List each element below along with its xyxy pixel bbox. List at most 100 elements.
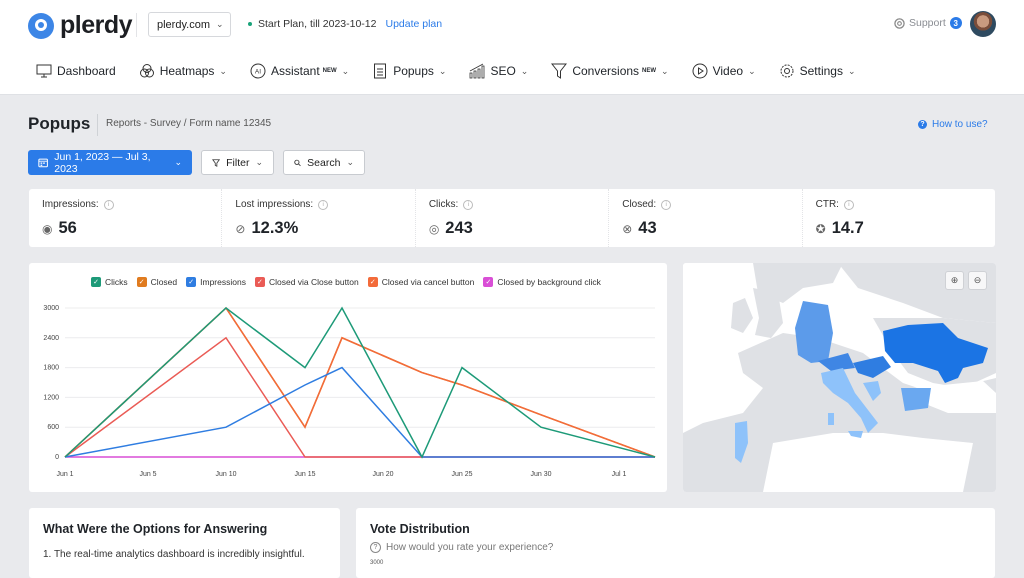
nav-item-label: Video [712,64,744,78]
support-button[interactable]: Support 3 [894,17,962,29]
answer-options-title: What Were the Options for Answering [43,522,268,536]
gear-icon [779,63,795,79]
lifebuoy-icon [894,17,905,29]
answer-options-card: What Were the Options for Answering 1. T… [29,508,340,578]
help-icon: ? [918,120,927,129]
stat-impressions: Impressions: i ◉ 56 [29,189,223,247]
zoom-in-button[interactable]: ⊕ [945,271,964,290]
nav-item-dashboard[interactable]: Dashboard [36,60,116,82]
chevron-down-icon: ⌄ [438,65,447,76]
vote-question: ? How would you rate your experience? [370,542,981,553]
stat-value: ⊗ 43 [622,219,788,238]
nav-item-label: Conversions [572,64,640,78]
europe-map [683,263,996,492]
info-icon[interactable]: i [463,199,474,210]
filter-icon [212,158,221,167]
info-icon[interactable]: i [661,199,672,210]
map-sea-mediterranean [763,433,973,492]
stat-label: Lost impressions: i [235,199,401,210]
calendar-icon [38,158,48,168]
vote-distribution-title: Vote Distribution [370,522,470,536]
date-range-label: Jun 1, 2023 — Jul 3, 2023 [54,150,151,175]
x-tick-label: Jun 1 [56,471,73,478]
nav-item-video[interactable]: Video ⌄ [692,60,756,82]
search-button[interactable]: Search ⌄ [283,150,365,175]
nav-item-conversions[interactable]: Conversions NEW ⌄ [551,60,669,82]
badge-check-icon: ✪ [815,221,826,236]
nav-item-settings[interactable]: Settings ⌄ [779,60,856,82]
x-tick-label: Jun 20 [372,471,393,478]
country-map[interactable]: ⊕ ⊖ [683,263,996,492]
series-line-impressions [64,366,655,458]
heatmaps-icon [139,63,155,79]
chevron-down-icon: ⌄ [219,65,227,76]
nav-item-label: Popups [393,64,434,78]
y-tick-label: 0 [55,454,59,461]
new-badge: NEW [642,68,657,74]
nav-item-popups[interactable]: Popups ⌄ [372,60,446,82]
update-plan-link[interactable]: Update plan [385,18,442,30]
info-icon[interactable]: i [843,199,854,210]
popup-events-chart: ✓ Clicks ✓ Closed ✓ Impressions ✓ Closed via Cl… [29,263,667,492]
nav-item-label: Assistant [270,64,320,78]
search-label: Search [307,156,341,169]
zoom-in-icon: ⊕ [950,275,959,285]
chevron-down-icon: ⌄ [661,65,669,76]
main-nav: Dashboard Heatmaps ⌄ AI Assistant NEW ⌄ Popups ⌄… [36,60,879,82]
stat-value-text: 56 [58,219,77,237]
support-count-badge: 3 [949,17,962,29]
x-tick-label: Jun 30 [530,471,551,478]
stat-label: Closed: i [622,199,788,210]
stat-label: Clicks: i [429,199,595,210]
zoom-out-icon: ⊖ [973,275,982,285]
brand-name: plerdy [60,11,133,39]
y-tick-label: 1200 [43,394,59,401]
stat-label-text: Closed: [622,199,657,210]
stat-value-text: 12.3% [251,219,299,237]
stat-label: Impressions: i [42,199,208,210]
y-tick-label: 1800 [43,365,59,372]
click-icon: ◎ [428,221,440,236]
nav-item-seo[interactable]: SEO ⌄ [469,60,528,82]
info-icon[interactable]: i [318,199,329,210]
y-tick-label: 600 [47,424,59,431]
zoom-out-button[interactable]: ⊖ [968,271,987,290]
date-range-picker[interactable]: Jun 1, 2023 — Jul 3, 2023 ⌄ [28,150,192,175]
stat-value: ◉ 56 [42,219,208,238]
stat-closed: Closed: i ⊗ 43 [609,189,803,247]
stat-label: CTR: i [816,199,982,210]
nav-item-label: Settings [799,64,843,78]
stat-value-text: 243 [445,219,473,237]
x-tick-label: Jul 1 [612,471,627,478]
site-selector[interactable]: plerdy.com ⌄ [148,12,231,37]
monitor-icon [36,63,52,79]
vote-question-text: How would you rate your experience? [386,542,554,553]
how-to-use-link[interactable]: ? How to use? [918,119,988,130]
stat-clicks: Clicks: i ◎ 243 [416,189,610,247]
map-germany [795,301,833,363]
status-dot-icon [248,22,252,26]
chevron-down-icon: ⌄ [174,157,182,167]
divider [136,13,137,37]
x-tick-label: Jun 15 [294,471,315,478]
top-header: plerdy plerdy.com ⌄ Start Plan, till 202… [0,0,1024,95]
plan-text: Start Plan, till 2023-10-12 [258,18,377,30]
chevron-down-icon: ⌄ [346,157,354,167]
filter-label: Filter [226,156,250,169]
user-avatar[interactable] [970,11,996,37]
answer-option-item: 1. The real-time analytics dashboard is … [43,549,305,560]
y-tick-label: 2400 [43,335,59,342]
nav-item-assistant[interactable]: AI Assistant NEW ⌄ [250,60,349,82]
stat-label-text: CTR: [815,199,839,210]
plerdy-logo[interactable]: plerdy [28,11,133,40]
nav-item-heatmaps[interactable]: Heatmaps ⌄ [139,60,227,82]
info-icon[interactable]: i [103,199,114,210]
page-title: Popups [28,114,91,133]
series-line-clicks [64,306,656,459]
vote-chart-y-tick: 3000 [370,560,384,566]
new-badge: NEW [322,68,337,74]
filter-button[interactable]: Filter ⌄ [201,150,274,175]
nav-item-label: SEO [490,64,516,78]
x-tick-label: Jun 10 [215,471,236,478]
x-tick-label: Jun 25 [451,471,472,478]
